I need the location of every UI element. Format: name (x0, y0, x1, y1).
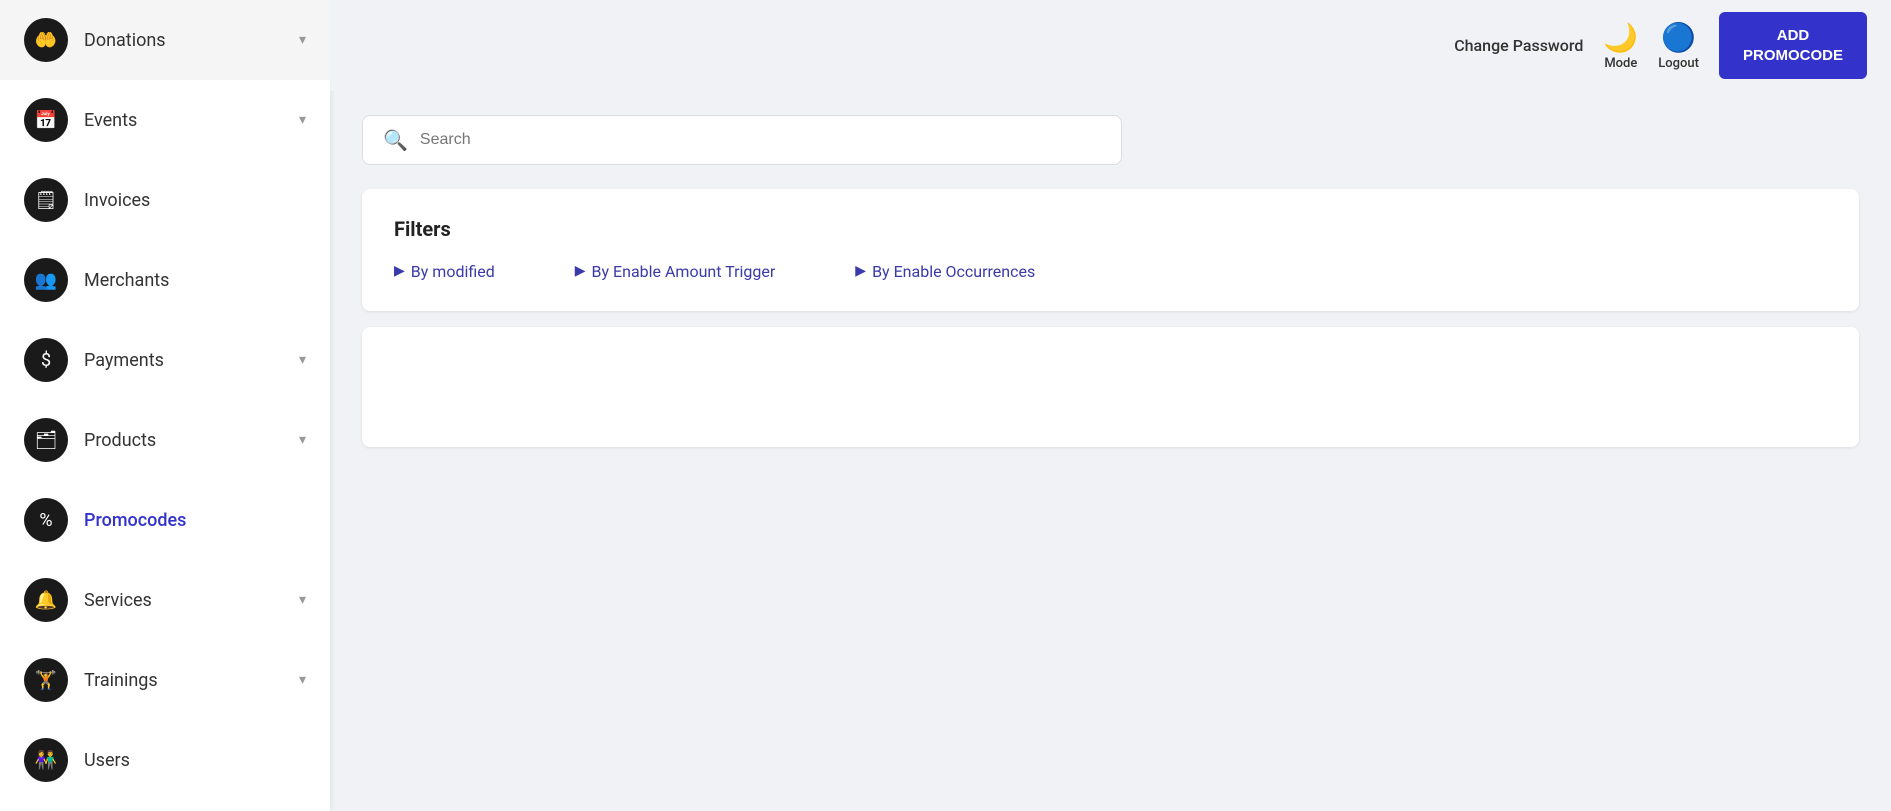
chevron-down-icon-donations: ▾ (299, 32, 306, 48)
sidebar-item-invoices[interactable]: 🗒 Invoices (0, 160, 330, 240)
add-promocode-button[interactable]: ADDPROMOCODE (1719, 12, 1867, 79)
filter-arrow-by-enable-amount-trigger: ▶ (575, 263, 586, 279)
chevron-down-icon-services: ▾ (299, 592, 306, 608)
filter-label-by-modified: By modified (411, 261, 495, 283)
sidebar-item-donations[interactable]: 🤲 Donations ▾ (0, 0, 330, 80)
sidebar-item-merchants[interactable]: 👥 Merchants (0, 240, 330, 320)
services-icon: 🔔 (24, 578, 68, 622)
moon-icon: 🌙 (1603, 21, 1638, 54)
filters-row: ▶ By modified ▶ By Enable Amount Trigger ▶ By… (394, 261, 1827, 283)
donations-icon: 🤲 (24, 18, 68, 62)
topbar: Change Password 🌙 Mode 🔵 Logout ADDPROMO… (330, 0, 1891, 91)
filter-label-by-enable-occurrences: By Enable Occurrences (872, 261, 1035, 283)
change-password-button[interactable]: Change Password (1454, 36, 1583, 55)
search-input[interactable] (420, 131, 1101, 149)
sidebar-item-label-promocodes: Promocodes (84, 510, 306, 531)
filter-arrow-by-enable-occurrences: ▶ (855, 263, 866, 279)
sidebar-item-trainings[interactable]: 🏋 Trainings ▾ (0, 640, 330, 720)
invoices-icon: 🗒 (24, 178, 68, 222)
logout-button[interactable]: 🔵 Logout (1658, 21, 1699, 71)
logout-icon: 🔵 (1661, 21, 1696, 54)
filter-label-by-enable-amount-trigger: By Enable Amount Trigger (592, 261, 776, 283)
search-container: 🔍 (362, 115, 1122, 165)
sidebar-item-label-payments: Payments (84, 350, 283, 371)
sidebar-item-payments[interactable]: $ Payments ▾ (0, 320, 330, 400)
sidebar-item-label-donations: Donations (84, 30, 283, 51)
promocodes-icon: % (24, 498, 68, 542)
sidebar-item-label-invoices: Invoices (84, 190, 306, 211)
filter-by-enable-amount-trigger[interactable]: ▶ By Enable Amount Trigger (575, 261, 776, 283)
filter-by-enable-occurrences[interactable]: ▶ By Enable Occurrences (855, 261, 1035, 283)
filter-by-modified[interactable]: ▶ By modified (394, 261, 495, 283)
sidebar-item-label-merchants: Merchants (84, 270, 306, 291)
users-icon: 👫 (24, 738, 68, 782)
sidebar-item-promocodes[interactable]: % Promocodes (0, 480, 330, 560)
mode-label: Mode (1604, 56, 1637, 71)
chevron-down-icon-products: ▾ (299, 432, 306, 448)
search-icon: 🔍 (383, 128, 408, 152)
sidebar-item-label-products: Products (84, 430, 283, 451)
filters-title: Filters (394, 217, 1827, 241)
sidebar-item-users[interactable]: 👫 Users (0, 720, 330, 800)
trainings-icon: 🏋 (24, 658, 68, 702)
sidebar-item-products[interactable]: 🗂 Products ▾ (0, 400, 330, 480)
sidebar-item-label-services: Services (84, 590, 283, 611)
filter-arrow-by-modified: ▶ (394, 263, 405, 279)
filters-card: Filters ▶ By modified ▶ By Enable Amount Tr… (362, 189, 1859, 311)
sidebar-item-label-users: Users (84, 750, 306, 771)
mode-button[interactable]: 🌙 Mode (1603, 21, 1638, 71)
main-content: Change Password 🌙 Mode 🔵 Logout ADDPROMO… (330, 0, 1891, 811)
results-card (362, 327, 1859, 447)
payments-icon: $ (24, 338, 68, 382)
chevron-down-icon-events: ▾ (299, 112, 306, 128)
merchants-icon: 👥 (24, 258, 68, 302)
sidebar-item-services[interactable]: 🔔 Services ▾ (0, 560, 330, 640)
products-icon: 🗂 (24, 418, 68, 462)
sidebar: 🤲 Donations ▾ 📅 Events ▾ 🗒 Invoices 👥 Merchants $ P… (0, 0, 330, 811)
chevron-down-icon-payments: ▾ (299, 352, 306, 368)
sidebar-item-events[interactable]: 📅 Events ▾ (0, 80, 330, 160)
events-icon: 📅 (24, 98, 68, 142)
sidebar-item-label-trainings: Trainings (84, 670, 283, 691)
logout-label: Logout (1658, 56, 1699, 71)
sidebar-item-label-events: Events (84, 110, 283, 131)
page-content: 🔍 Filters ▶ By modified ▶ By Enable Amount … (330, 91, 1891, 811)
chevron-down-icon-trainings: ▾ (299, 672, 306, 688)
